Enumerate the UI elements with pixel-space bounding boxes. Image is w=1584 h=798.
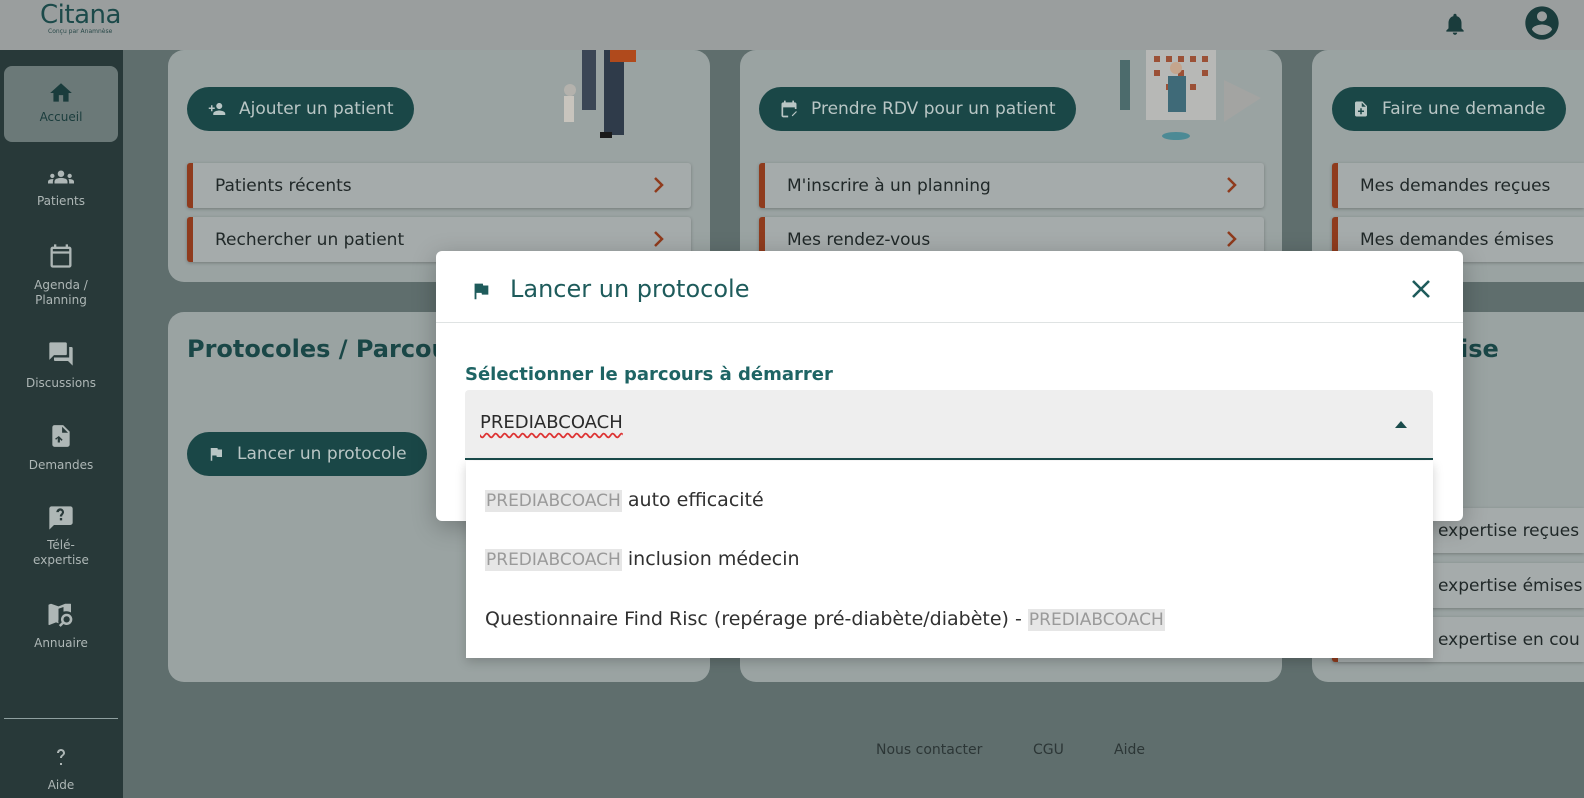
option-find-risc[interactable]: Questionnaire Find Risc (repérage pré-di…: [485, 608, 1165, 631]
sidebar-item-label: Agenda /: [34, 278, 88, 292]
patients-illustration: [564, 50, 636, 138]
link-label: Mes rendez-vous: [787, 229, 931, 250]
sidebar: Accueil Patients Agenda / Planning Discu…: [0, 50, 123, 798]
link-label: Mes demandes émises: [1360, 229, 1554, 250]
account-circle-icon[interactable]: [1522, 3, 1562, 43]
bell-icon[interactable]: [1442, 10, 1468, 38]
chevron-right-icon: [654, 231, 664, 247]
sidebar-item-label: Accueil: [39, 110, 83, 124]
option-match-highlight: PREDIABCOACH: [485, 490, 622, 512]
sidebar-item-label: Télé-: [47, 538, 75, 552]
teleexpertise-title: ise: [1460, 335, 1499, 363]
calendar-edit-icon: [781, 100, 797, 118]
protocoles-title: Protocoles / Parcour: [187, 335, 461, 363]
sidebar-item-label: Demandes: [28, 458, 94, 472]
book-appointment-label: Prendre RDV pour un patient: [811, 99, 1056, 119]
link-label: expertise en cou: [1438, 629, 1580, 650]
sidebar-item-annuaire[interactable]: Annuaire: [4, 600, 118, 650]
register-planning-link[interactable]: M'inscrire à un planning: [759, 163, 1264, 208]
option-text: Questionnaire Find Risc (repérage pré-di…: [485, 608, 1028, 630]
option-auto-efficacite[interactable]: PREDIABCOACH auto efficacité: [485, 489, 764, 512]
logo-text: Citana: [40, 0, 121, 30]
sidebar-item-label: Discussions: [25, 376, 97, 390]
option-text: inclusion médecin: [621, 548, 800, 570]
people-icon: [48, 170, 74, 184]
option-match-highlight: PREDIABCOACH: [1027, 609, 1165, 631]
chevron-right-icon: [654, 177, 664, 193]
document-add-icon: [1355, 101, 1367, 117]
add-patient-button[interactable]: Ajouter un patient: [187, 87, 414, 131]
close-icon[interactable]: [1410, 278, 1432, 300]
received-requests-link[interactable]: Mes demandes reçues: [1332, 163, 1584, 208]
link-label: expertise reçues: [1438, 520, 1580, 541]
footer-help-link[interactable]: Aide: [1114, 742, 1145, 758]
chevron-right-icon: [1227, 177, 1237, 193]
launch-protocol-label: Lancer un protocole: [237, 444, 407, 464]
sidebar-item-patients[interactable]: Patients: [4, 164, 118, 214]
help-icon: [57, 749, 65, 765]
field-label: Sélectionner le parcours à démarrer: [465, 364, 833, 385]
map-search-icon: [48, 603, 73, 627]
recent-patients-link[interactable]: Patients récents: [187, 163, 691, 208]
flag-icon: [474, 283, 489, 300]
caret-up-icon[interactable]: [1395, 421, 1407, 428]
sidebar-item-aide[interactable]: Aide: [4, 744, 118, 798]
top-header: Citana Conçu par Anamnèse: [0, 0, 1584, 50]
sidebar-item-demandes[interactable]: Demandes: [4, 422, 118, 472]
calendar-icon: [50, 244, 72, 268]
question-chat-icon: [49, 506, 73, 530]
chat-icon: [49, 342, 73, 366]
person-add-icon: [208, 103, 226, 115]
launch-protocol-button[interactable]: Lancer un protocole: [187, 432, 427, 476]
flag-icon: [210, 448, 222, 461]
link-label: Rechercher un patient: [215, 229, 405, 250]
sidebar-item-discussions[interactable]: Discussions: [4, 340, 118, 390]
option-match-highlight: PREDIABCOACH: [485, 549, 622, 571]
citana-logo[interactable]: Citana Conçu par Anamnèse: [40, 0, 121, 35]
modal-header: Lancer un protocole: [436, 251, 1463, 323]
logo-subtitle: Conçu par Anamnèse: [48, 28, 113, 35]
link-label: M'inscrire à un planning: [787, 175, 991, 196]
sidebar-item-teleexpertise[interactable]: Télé- expertise: [4, 504, 118, 570]
parcours-dropdown: PREDIABCOACH auto efficacité PREDIABCOAC…: [466, 461, 1433, 658]
select-input-value[interactable]: PREDIABCOACH: [480, 412, 623, 433]
sidebar-item-label-line2: expertise: [33, 553, 89, 567]
link-label: Mes demandes reçues: [1360, 175, 1551, 196]
footer-cgu-link[interactable]: CGU: [1033, 742, 1064, 758]
sidebar-item-label-line2: Planning: [35, 293, 87, 307]
parcours-select[interactable]: PREDIABCOACH: [465, 390, 1433, 460]
book-appointment-button[interactable]: Prendre RDV pour un patient: [759, 87, 1076, 131]
make-request-button[interactable]: Faire une demande: [1332, 87, 1566, 131]
agenda-illustration: [1120, 50, 1261, 140]
sidebar-item-agenda[interactable]: Agenda / Planning: [4, 242, 118, 308]
sidebar-item-label: Patients: [36, 194, 86, 208]
link-label: expertise émises: [1438, 575, 1583, 596]
add-patient-label: Ajouter un patient: [239, 99, 394, 119]
modal-title: Lancer un protocole: [510, 275, 750, 303]
home-icon: [50, 83, 72, 102]
footer-contact-link[interactable]: Nous contacter: [876, 742, 982, 758]
link-label: Patients récents: [215, 175, 352, 196]
option-text: auto efficacité: [621, 489, 764, 511]
option-inclusion-medecin[interactable]: PREDIABCOACH inclusion médecin: [485, 548, 800, 571]
sidebar-item-accueil[interactable]: Accueil: [4, 66, 118, 142]
make-request-label: Faire une demande: [1382, 99, 1546, 119]
sidebar-item-label: Aide: [47, 778, 75, 792]
document-arrow-icon: [52, 425, 70, 447]
sidebar-divider: [4, 718, 118, 719]
sidebar-item-label: Annuaire: [34, 636, 88, 650]
chevron-right-icon: [1227, 231, 1237, 247]
